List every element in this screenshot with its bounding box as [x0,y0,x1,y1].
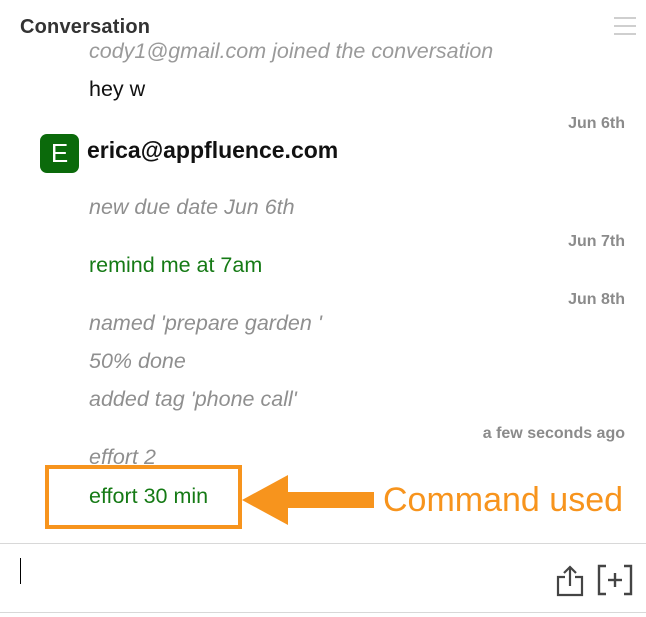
timestamp: Jun 7th [568,233,625,250]
command-message-remind: remind me at 7am [89,253,263,277]
annotation-arrow-icon [242,475,374,525]
system-message-named: named 'prepare garden ' [89,311,322,335]
hamburger-menu-icon[interactable] [614,15,638,39]
timestamp: a few seconds ago [482,425,625,442]
timestamp: Jun 6th [568,115,625,132]
author-name: erica@appfluence.com [87,137,339,163]
system-message-due-date: new due date Jun 6th [89,195,295,219]
text-cursor [20,558,21,584]
system-message-tag: added tag 'phone call' [89,387,297,411]
chat-message: hey w [89,77,146,101]
share-icon[interactable] [554,564,586,598]
message-composer[interactable] [0,543,646,613]
conversation-title: Conversation [20,16,151,38]
annotation-label: Command used [383,481,624,519]
expand-icon[interactable] [597,564,633,596]
timestamp: Jun 8th [568,291,625,308]
system-message-progress: 50% done [89,349,186,373]
highlight-box [45,465,242,529]
avatar: E [40,134,79,173]
system-message-joined: cody1@gmail.com joined the conversation [89,39,494,63]
